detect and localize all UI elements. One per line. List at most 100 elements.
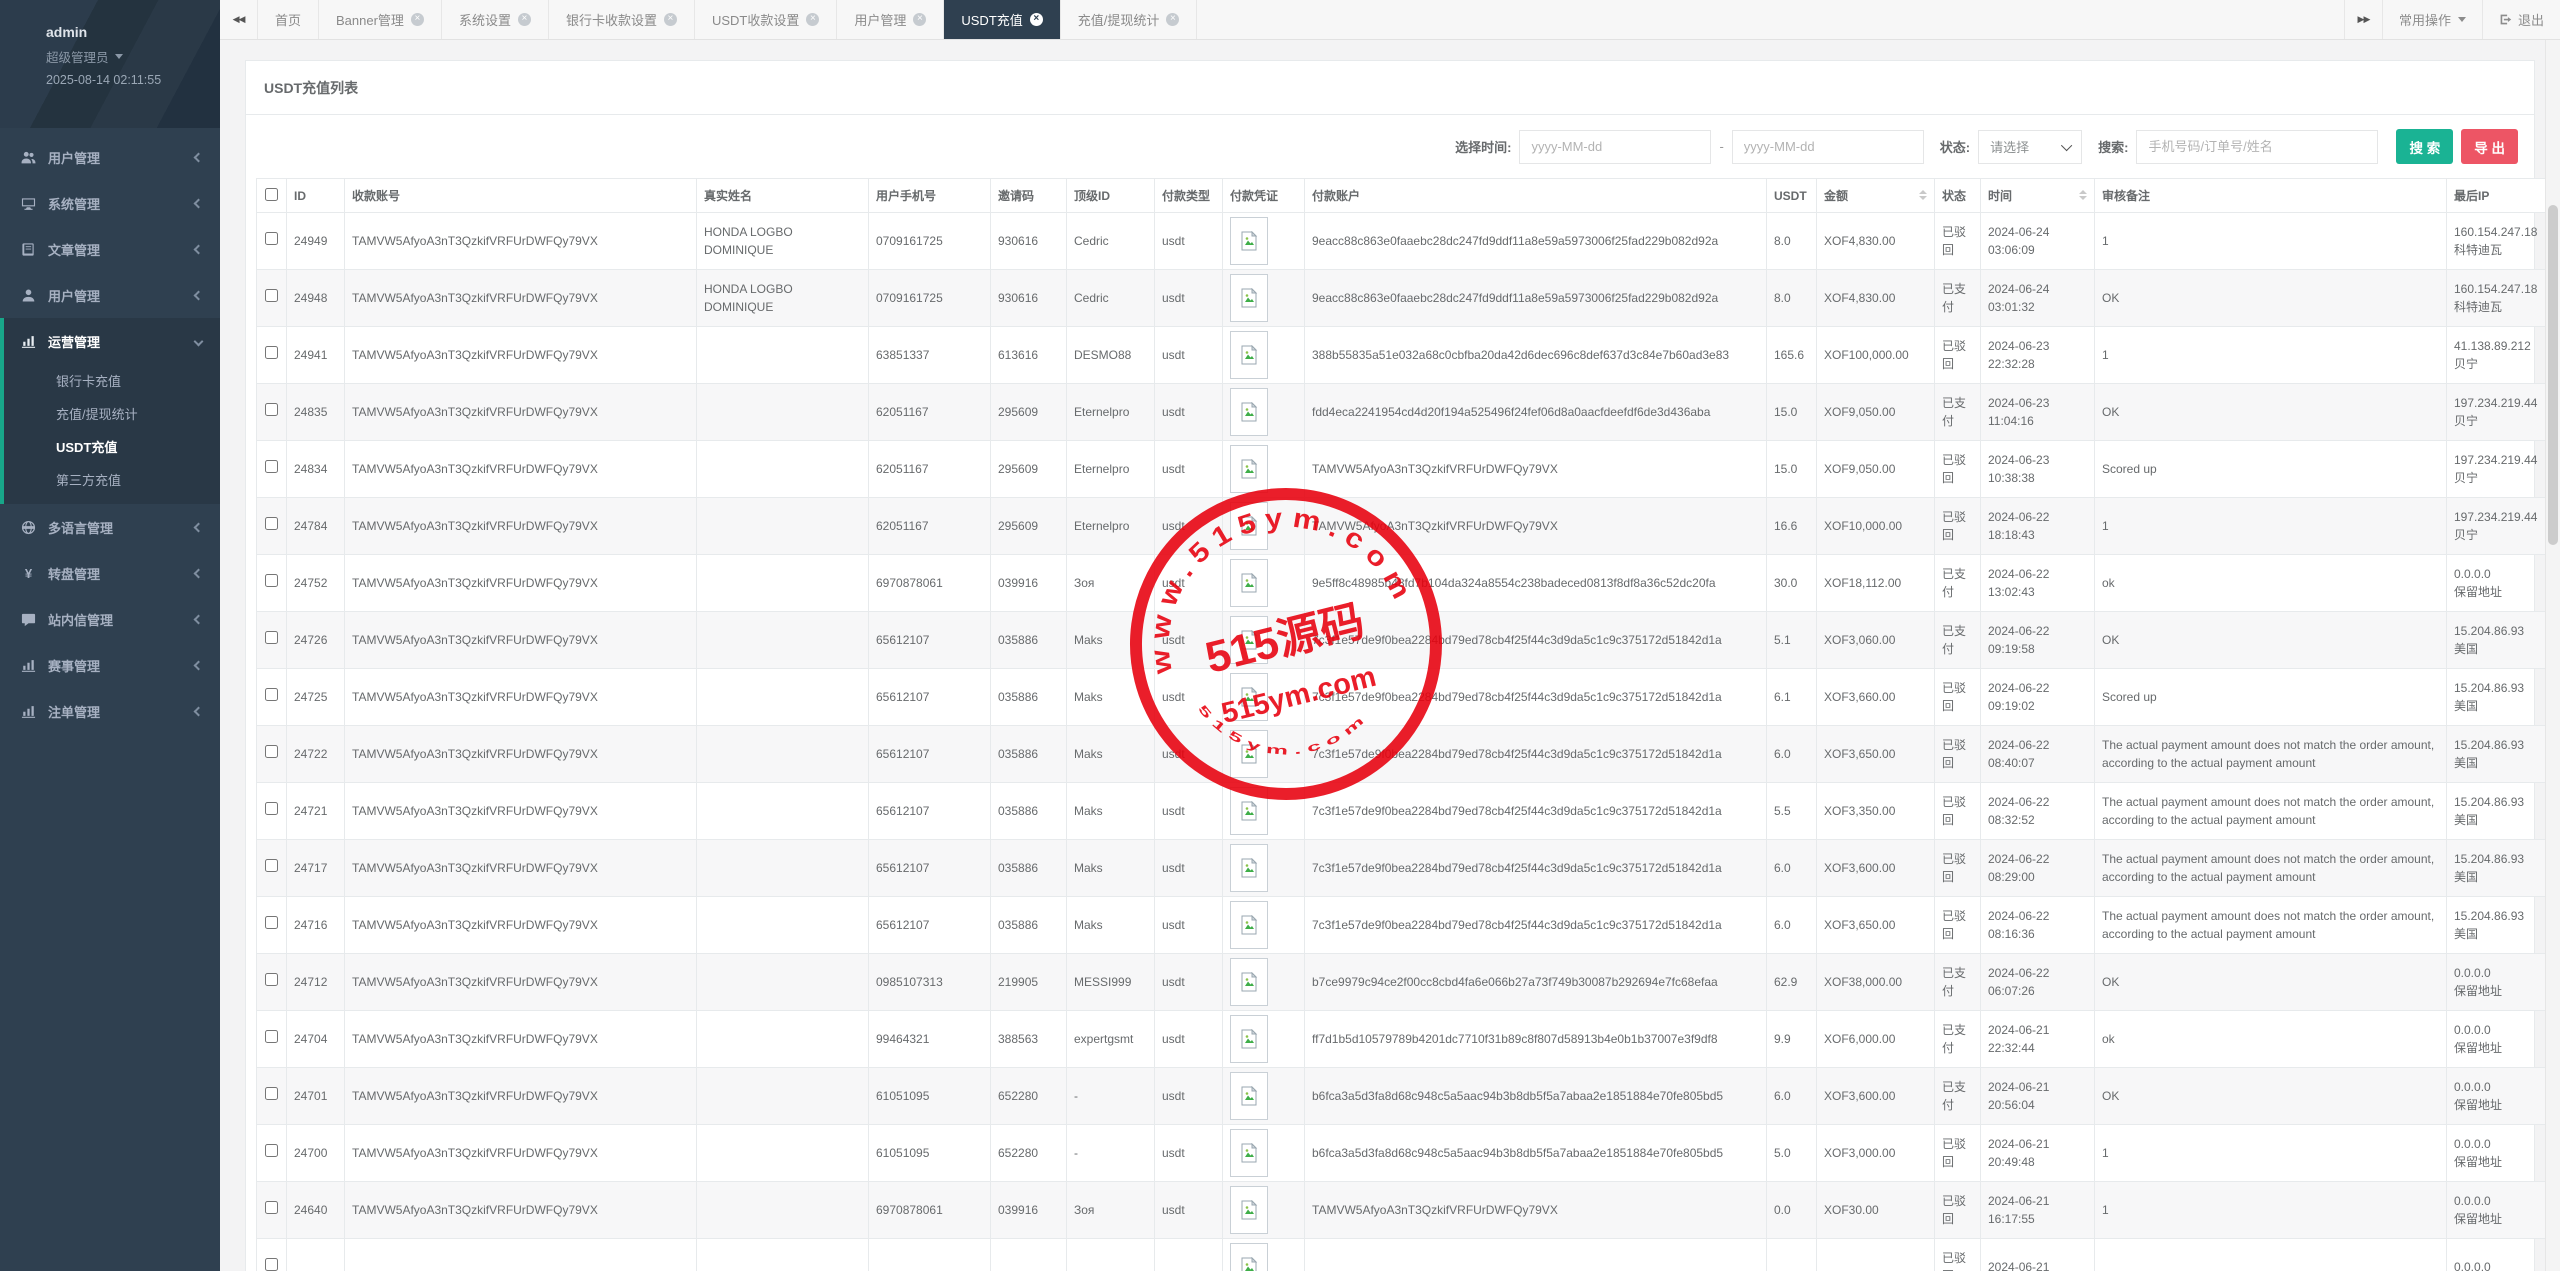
row-checkbox[interactable]	[265, 289, 278, 302]
status-select[interactable]: 请选择	[1978, 130, 2082, 164]
user-role-menu[interactable]: 超级管理员	[46, 47, 220, 66]
row-checkbox[interactable]	[265, 745, 278, 758]
tab-close-icon[interactable]: ×	[518, 13, 531, 26]
tab-close-icon[interactable]: ×	[913, 13, 926, 26]
row-checkbox[interactable]	[265, 460, 278, 473]
sidebar-subitem-充值/提现统计[interactable]: 充值/提现统计	[4, 397, 220, 430]
tab-USDT充值[interactable]: USDT充值×	[944, 0, 1060, 39]
date-from-input[interactable]	[1519, 130, 1711, 164]
cell-remark: OK	[2095, 384, 2447, 441]
cell-usdt: 5.5	[1767, 783, 1817, 840]
sidebar-subitem-USDT充值[interactable]: USDT充值	[4, 430, 220, 463]
payment-proof-image[interactable]	[1230, 1129, 1268, 1177]
logout-button[interactable]: 退出	[2482, 0, 2560, 39]
tab-USDT收款设置[interactable]: USDT收款设置×	[695, 0, 837, 39]
row-checkbox[interactable]	[265, 1144, 278, 1157]
payment-proof-image[interactable]	[1230, 787, 1268, 835]
sort-arrows-icon[interactable]	[1919, 190, 1927, 200]
tab-label: 充值/提现统计	[1078, 10, 1160, 29]
sidebar-item-系统管理[interactable]: 系统管理	[0, 180, 220, 226]
tab-close-icon[interactable]: ×	[664, 13, 677, 26]
payment-proof-image[interactable]	[1230, 958, 1268, 1006]
row-checkbox[interactable]	[265, 973, 278, 986]
sidebar-item-label: 系统管理	[48, 194, 100, 213]
cell-proof	[1223, 1125, 1305, 1182]
cell-usdt: 30.0	[1767, 555, 1817, 612]
payment-proof-image[interactable]	[1230, 217, 1268, 265]
export-button[interactable]: 导 出	[2461, 129, 2518, 164]
row-checkbox[interactable]	[265, 1201, 278, 1214]
payment-proof-image[interactable]	[1230, 730, 1268, 778]
column-header-用户手机号: 用户手机号	[869, 179, 991, 213]
table-row: 24948TAMVW5AfyoA3nT3QzkifVRFUrDWFQy79VXH…	[257, 270, 2560, 327]
row-checkbox[interactable]	[265, 403, 278, 416]
payment-proof-image[interactable]	[1230, 1243, 1268, 1271]
tab-首页[interactable]: 首页	[258, 0, 319, 39]
payment-proof-image[interactable]	[1230, 616, 1268, 664]
cell-ip: 15.204.86.93美国	[2447, 840, 2560, 897]
column-header-时间[interactable]: 时间	[1981, 179, 2095, 213]
payment-proof-image[interactable]	[1230, 388, 1268, 436]
payment-proof-image[interactable]	[1230, 673, 1268, 721]
tab-close-icon[interactable]: ×	[1166, 13, 1179, 26]
tab-close-icon[interactable]: ×	[806, 13, 819, 26]
payment-proof-image[interactable]	[1230, 844, 1268, 892]
tab-用户管理[interactable]: 用户管理×	[837, 0, 944, 39]
cell-usdt: 6.0	[1767, 897, 1817, 954]
payment-proof-image[interactable]	[1230, 331, 1268, 379]
row-checkbox[interactable]	[265, 574, 278, 587]
sidebar-item-用户管理[interactable]: 用户管理	[0, 272, 220, 318]
cell-receive-account: TAMVW5AfyoA3nT3QzkifVRFUrDWFQy79VX	[345, 726, 697, 783]
row-checkbox[interactable]	[265, 346, 278, 359]
sidebar-item-站内信管理[interactable]: 站内信管理	[0, 596, 220, 642]
payment-proof-image[interactable]	[1230, 502, 1268, 550]
payment-proof-image[interactable]	[1230, 1015, 1268, 1063]
sidebar-item-注单管理[interactable]: 注单管理	[0, 688, 220, 734]
row-checkbox[interactable]	[265, 1030, 278, 1043]
sort-arrows-icon[interactable]	[2079, 190, 2087, 200]
search-button[interactable]: 搜 索	[2396, 129, 2453, 164]
row-checkbox[interactable]	[265, 916, 278, 929]
payment-proof-image[interactable]	[1230, 1186, 1268, 1234]
payment-proof-image[interactable]	[1230, 901, 1268, 949]
payment-proof-image[interactable]	[1230, 445, 1268, 493]
cell-pay-type: usdt	[1155, 270, 1223, 327]
row-checkbox[interactable]	[265, 802, 278, 815]
date-to-input[interactable]	[1732, 130, 1924, 164]
row-checkbox[interactable]	[265, 631, 278, 644]
sidebar-item-运营管理[interactable]: 运营管理	[4, 318, 220, 364]
tab-充值/提现统计[interactable]: 充值/提现统计 ×	[1061, 0, 1198, 39]
tab-close-icon[interactable]: ×	[1030, 13, 1043, 26]
row-checkbox[interactable]	[265, 688, 278, 701]
sidebar-item-赛事管理[interactable]: 赛事管理	[0, 642, 220, 688]
cell-receive-account: TAMVW5AfyoA3nT3QzkifVRFUrDWFQy79VX	[345, 213, 697, 270]
row-checkbox[interactable]	[265, 232, 278, 245]
column-header-金额[interactable]: 金额	[1817, 179, 1935, 213]
sidebar-item-多语言管理[interactable]: 多语言管理	[0, 504, 220, 550]
search-input[interactable]	[2136, 130, 2378, 164]
tab-Banner管理[interactable]: Banner管理×	[319, 0, 442, 39]
sidebar-subitem-银行卡充值[interactable]: 银行卡充值	[4, 364, 220, 397]
sidebar-item-用户管理[interactable]: 用户管理	[0, 134, 220, 180]
row-checkbox[interactable]	[265, 517, 278, 530]
vertical-scrollbar[interactable]	[2545, 40, 2560, 1271]
tabs-scroll-right-icon[interactable]: ▶▶	[2344, 0, 2382, 39]
sidebar-item-转盘管理[interactable]: ¥转盘管理	[0, 550, 220, 596]
payment-proof-image[interactable]	[1230, 1072, 1268, 1120]
select-all-checkbox[interactable]	[265, 188, 278, 201]
row-checkbox[interactable]	[265, 859, 278, 872]
sidebar-item-文章管理[interactable]: 文章管理	[0, 226, 220, 272]
tab-银行卡收款设置[interactable]: 银行卡收款设置×	[549, 0, 695, 39]
row-checkbox[interactable]	[265, 1258, 278, 1271]
sidebar-subitem-第三方充值[interactable]: 第三方充值	[4, 463, 220, 496]
row-checkbox[interactable]	[265, 1087, 278, 1100]
payment-proof-image[interactable]	[1230, 559, 1268, 607]
tab-系统设置[interactable]: 系统设置×	[442, 0, 549, 39]
cell-id: 24712	[287, 954, 345, 1011]
quick-actions-menu[interactable]: 常用操作	[2382, 0, 2482, 39]
payment-proof-image[interactable]	[1230, 274, 1268, 322]
scrollbar-thumb[interactable]	[2548, 205, 2558, 545]
cell-amount: XOF9,050.00	[1817, 384, 1935, 441]
tab-close-icon[interactable]: ×	[411, 13, 424, 26]
tabs-scroll-left-icon[interactable]: ◀◀	[220, 0, 258, 39]
